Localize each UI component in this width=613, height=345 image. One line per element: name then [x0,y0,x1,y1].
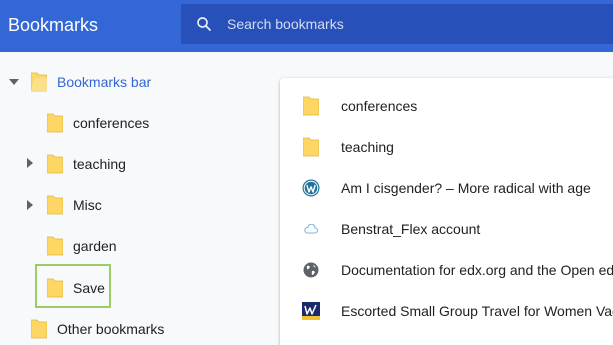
list-item[interactable]: conferences [280,86,613,127]
folder-icon [302,137,320,157]
list-item[interactable]: Documentation for edx.org and the Open e… [280,250,613,291]
site-logo-icon [302,301,320,321]
tree-item-garden[interactable]: garden [47,232,117,260]
tree-item-conferences[interactable]: conferences [47,109,149,137]
list-item[interactable]: Am I cisgender? – More radical with age [280,168,613,209]
list-item-label: teaching [341,139,394,155]
expand-arrow-down-icon[interactable] [9,77,19,87]
tree-item-label: Bookmarks bar [57,74,152,90]
list-item-label: conferences [341,98,418,114]
folder-icon [47,236,63,256]
tree-item-label: conferences [73,115,150,131]
list-item-label: Benstrat_Flex account [341,221,481,237]
tree-item-teaching[interactable]: teaching [47,150,126,178]
folder-icon [47,278,63,298]
tree-item-misc[interactable]: Misc [47,191,102,219]
tree-item-save[interactable]: Save [47,274,105,302]
globe-icon [302,260,320,280]
tree-item-bookmarks-bar[interactable]: Bookmarks bar [31,68,151,96]
app-title: Bookmarks [8,15,99,35]
expand-arrow-right-icon[interactable] [25,200,35,210]
list-item[interactable]: Benstrat_Flex account [280,209,613,250]
folder-tree: Bookmarks bar conferences teaching Misc … [0,52,265,345]
list-item[interactable]: teaching [280,127,613,168]
list-item-label: Documentation for edx.org and the Open e… [341,262,613,278]
search-input[interactable] [227,4,607,44]
list-item-label: Am I cisgender? – More radical with age [341,180,591,196]
tree-item-label: teaching [73,156,126,172]
list-item-label: Escorted Small Group Travel for Women Va… [341,303,613,319]
tree-item-label: Misc [73,197,102,213]
app-header: Bookmarks [0,0,613,52]
tree-item-label: Save [73,280,105,296]
folder-icon [47,195,63,215]
tree-item-label: Other bookmarks [57,321,165,337]
folder-icon [302,96,320,116]
folder-icon [47,154,63,174]
folder-icon [47,113,63,133]
search-icon[interactable] [195,15,213,33]
folder-icon [31,319,47,339]
list-item[interactable]: Escorted Small Group Travel for Women Va… [280,291,613,332]
cloud-icon [302,219,320,239]
wordpress-icon [302,178,320,198]
search-box[interactable] [181,4,613,44]
bookmark-list: conferences teaching Am I cisgender? – M… [280,78,613,345]
folder-open-icon [31,72,47,92]
tree-item-other-bookmarks[interactable]: Other bookmarks [31,315,164,343]
tree-item-label: garden [73,238,117,254]
expand-arrow-right-icon[interactable] [25,158,35,168]
